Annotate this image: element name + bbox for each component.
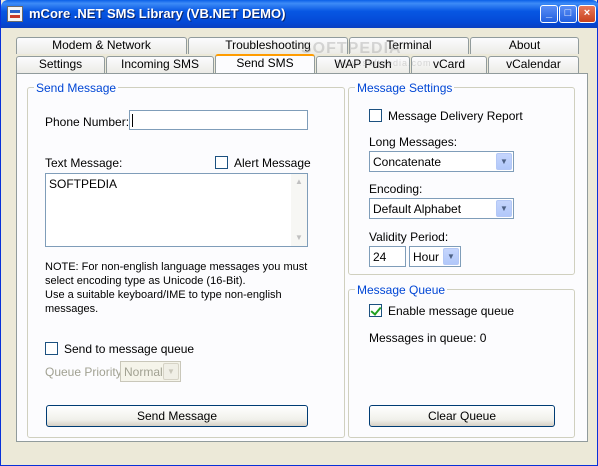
maximize-button[interactable]: □	[559, 5, 577, 23]
tab-vcalendar[interactable]: vCalendar	[488, 56, 579, 73]
queue-count-text: Messages in queue: 0	[369, 331, 487, 345]
title-bar[interactable]: mCore .NET SMS Library (VB.NET DEMO) _ □…	[1, 0, 598, 28]
note-line: Use a suitable keyboard/IME to type non-…	[45, 289, 282, 301]
scroll-down-icon[interactable]: ▼	[291, 230, 307, 246]
chevron-down-icon: ▼	[496, 153, 512, 170]
queue-priority-label: Queue Priority:	[45, 365, 126, 379]
encoding-select[interactable]: Default Alphabet ▼	[369, 198, 514, 219]
alert-message-label: Alert Message	[234, 156, 311, 170]
text-message-scrollbar[interactable]: ▲ ▼	[291, 174, 307, 246]
app-window: mCore .NET SMS Library (VB.NET DEMO) _ □…	[0, 0, 598, 466]
tab-about[interactable]: About	[470, 37, 579, 54]
message-queue-group: Message Queue Enable message queue Messa…	[348, 283, 575, 438]
close-button[interactable]: ×	[578, 5, 596, 23]
app-icon	[7, 6, 23, 22]
queue-priority-value: Normal	[124, 365, 163, 379]
enable-queue-checkbox[interactable]	[369, 304, 382, 317]
chevron-down-icon: ▼	[443, 248, 459, 265]
validity-period-label: Validity Period:	[369, 230, 449, 244]
message-settings-group: Message Settings Message Delivery Report…	[348, 81, 575, 275]
chevron-down-icon: ▼	[496, 200, 512, 217]
text-caret	[132, 114, 133, 127]
text-message-input[interactable]: SOFTPEDIA ▲ ▼	[45, 173, 308, 247]
long-messages-value: Concatenate	[373, 155, 442, 169]
delivery-report-checkbox[interactable]	[369, 109, 382, 122]
validity-unit-value: Hour	[413, 250, 440, 264]
enable-queue-label: Enable message queue	[388, 304, 515, 318]
send-sms-tab-page: Send Message Phone Number: Text Message:…	[16, 73, 588, 442]
send-message-legend: Send Message	[34, 81, 119, 95]
send-to-queue-label: Send to message queue	[64, 342, 195, 356]
clear-queue-button[interactable]: Clear Queue	[369, 405, 555, 427]
message-settings-legend: Message Settings	[355, 81, 455, 95]
long-messages-label: Long Messages:	[369, 135, 458, 149]
validity-number-value: 24	[373, 250, 387, 264]
validity-number-input[interactable]: 24	[369, 246, 406, 267]
tab-send-sms[interactable]: Send SMS	[215, 54, 315, 73]
phone-number-label: Phone Number:	[45, 115, 130, 129]
scroll-up-icon[interactable]: ▲	[291, 174, 307, 190]
phone-number-input[interactable]	[129, 110, 308, 130]
long-messages-select[interactable]: Concatenate ▼	[369, 151, 514, 172]
send-message-group: Send Message Phone Number: Text Message:…	[27, 81, 345, 438]
tab-settings[interactable]: Settings	[16, 56, 105, 73]
softpedia-url-watermark: www.softpedia.com	[337, 58, 432, 68]
minimize-button[interactable]: _	[540, 5, 558, 23]
text-message-value: SOFTPEDIA	[49, 177, 118, 191]
validity-unit-select[interactable]: Hour ▼	[409, 246, 461, 267]
chevron-down-icon: ▼	[163, 363, 179, 380]
window-title: mCore .NET SMS Library (VB.NET DEMO)	[29, 6, 286, 21]
send-message-button[interactable]: Send Message	[46, 405, 308, 427]
text-message-label: Text Message:	[45, 156, 123, 170]
note-line: select encoding type as Unicode (16-Bit)…	[45, 275, 246, 287]
encoding-value: Default Alphabet	[373, 202, 462, 216]
encoding-note: NOTE: For non-english language messages …	[45, 260, 307, 316]
softpedia-watermark: SOFTPEDIA	[301, 40, 402, 57]
alert-message-checkbox[interactable]	[215, 156, 228, 169]
note-line: messages.	[45, 303, 99, 315]
tab-incoming-sms[interactable]: Incoming SMS	[106, 56, 214, 73]
note-line: NOTE: For non-english language messages …	[45, 261, 308, 273]
queue-priority-select[interactable]: Normal ▼	[120, 361, 181, 382]
encoding-label: Encoding:	[369, 182, 423, 196]
message-queue-legend: Message Queue	[355, 283, 448, 297]
send-to-queue-checkbox[interactable]	[45, 342, 58, 355]
tab-modem-network[interactable]: Modem & Network	[16, 37, 187, 54]
delivery-report-label: Message Delivery Report	[388, 109, 523, 123]
